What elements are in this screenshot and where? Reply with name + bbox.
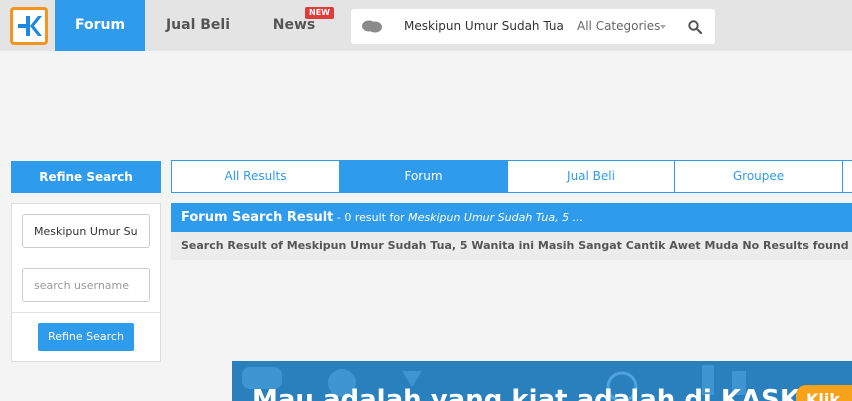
result-title: Forum Search Result <box>181 210 334 225</box>
header-search-input[interactable]: Meskipun Umur Sudah Tua <box>404 9 564 44</box>
result-count: - 0 result for <box>333 211 409 224</box>
result-query: Meskipun Umur Sudah Tua, 5 ... <box>408 211 584 224</box>
ad-banner[interactable]: Mau adalah yang kiat adalah di KASKUS ? … <box>232 361 852 401</box>
refine-search-header: Refine Search <box>11 161 161 193</box>
new-badge: NEW <box>305 7 334 19</box>
search-icon[interactable] <box>688 20 703 38</box>
divider <box>12 312 160 313</box>
result-header: Forum Search Result - 0 result for Meski… <box>171 203 852 232</box>
category-select[interactable]: All Categories <box>577 9 660 44</box>
no-results-message: Search Result of Meskipun Umur Sudah Tua… <box>171 232 852 260</box>
chevron-down-icon <box>660 25 666 29</box>
refine-search-button[interactable]: Refine Search <box>38 323 134 351</box>
refine-search-panel: Refine Search <box>11 203 161 362</box>
nav-jual-beli[interactable]: Jual Beli <box>152 0 244 51</box>
tab-groupee[interactable]: Groupee <box>675 161 843 192</box>
banner-text: Mau adalah yang kiat adalah di KASKUS ? <box>252 385 852 401</box>
header-search-box[interactable]: Meskipun Umur Sudah Tua All Categories <box>351 9 715 44</box>
keyword-input[interactable] <box>22 214 150 248</box>
username-input[interactable] <box>22 268 150 302</box>
tab-jual-beli[interactable]: Jual Beli <box>508 161 675 192</box>
kaskus-logo-icon[interactable] <box>10 7 48 45</box>
tab-all-results[interactable]: All Results <box>172 161 340 192</box>
banner-cta-button[interactable]: Klik <box>796 385 852 401</box>
top-navbar: Forum Jual Beli News NEW Meskipun Umur S… <box>0 0 852 51</box>
result-tabs: All Results Forum Jual Beli Groupee <box>171 160 852 193</box>
nav-forum[interactable]: Forum <box>55 0 145 51</box>
chat-bubble-icon <box>361 18 383 38</box>
tab-forum[interactable]: Forum <box>340 161 508 192</box>
